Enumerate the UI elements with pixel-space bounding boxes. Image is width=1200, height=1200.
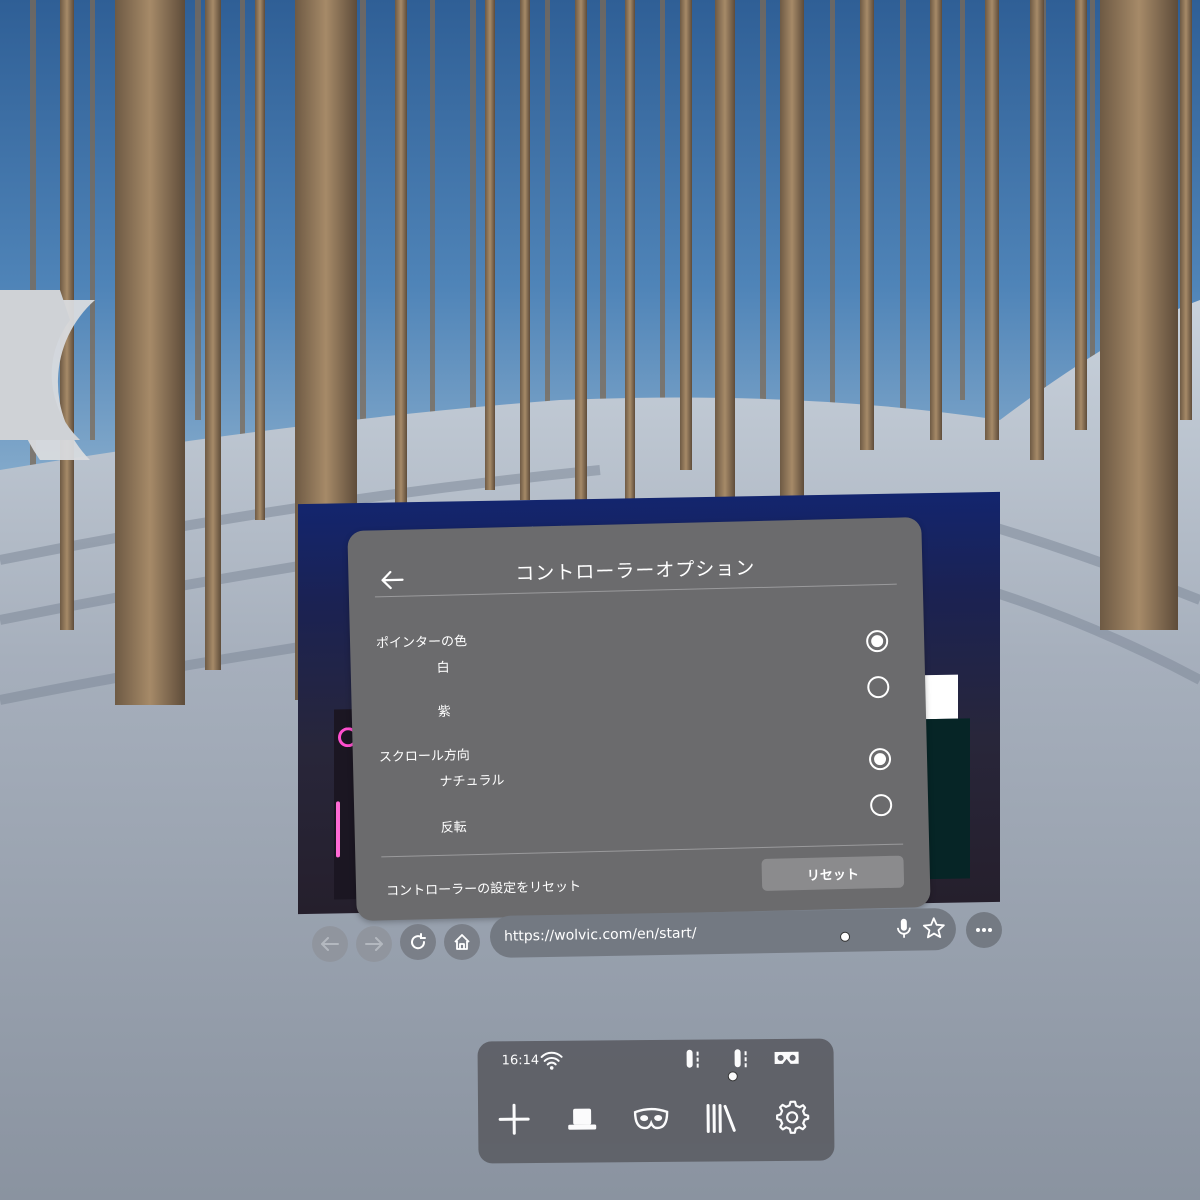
scroll-direction-label: スクロール方向 — [378, 748, 471, 766]
controller-options-dialog: コントローラーオプション ポインターの色 白 紫 スクロール方向 ナチュラル 反… — [347, 517, 931, 921]
back-button[interactable] — [312, 926, 348, 962]
url-bar[interactable]: https://wolvic.com/en/start/ — [489, 907, 957, 958]
reset-description: コントローラーの設定をリセット — [385, 879, 582, 900]
more-options-button[interactable] — [966, 912, 1002, 948]
star-bookmark-icon[interactable] — [922, 916, 946, 940]
scroll-natural-label: ナチュラル — [439, 773, 505, 790]
system-tray: 16:14 — [477, 1038, 835, 1164]
home-button[interactable] — [444, 924, 480, 960]
wifi-icon — [540, 1051, 563, 1070]
more-dots-icon — [976, 928, 992, 932]
microphone-icon[interactable] — [892, 917, 916, 941]
reset-button[interactable]: リセット — [761, 855, 905, 892]
arrow-right-icon — [365, 937, 383, 951]
library-icon[interactable] — [704, 1101, 738, 1135]
forward-button[interactable] — [356, 926, 392, 962]
reload-button[interactable] — [400, 924, 436, 960]
dialog-title: コントローラーオプション — [515, 557, 756, 585]
arrow-left-icon — [321, 937, 339, 951]
left-controller-icon — [686, 1049, 699, 1068]
pointer-cursor — [839, 931, 851, 942]
scroll-reverse-radio[interactable] — [869, 793, 893, 817]
pointer-color-purple-radio[interactable] — [867, 675, 890, 699]
neon-bar — [336, 801, 340, 858]
home-icon — [454, 934, 470, 950]
pointer-color-label: ポインターの色 — [375, 634, 468, 652]
pointer-color-white-label: 白 — [436, 660, 450, 676]
headset-icon — [774, 1051, 799, 1064]
right-controller-icon — [734, 1049, 747, 1068]
clock-time: 16:14 — [501, 1053, 540, 1069]
settings-gear-icon[interactable] — [774, 1099, 810, 1135]
url-text[interactable]: https://wolvic.com/en/start/ — [504, 925, 697, 944]
add-icon[interactable] — [498, 1103, 530, 1135]
tray-pointer-cursor — [727, 1071, 738, 1082]
privacy-mask-icon[interactable] — [633, 1106, 669, 1132]
scroll-natural-radio[interactable] — [868, 747, 892, 771]
pointer-color-white-radio[interactable] — [865, 629, 889, 653]
hat-icon[interactable] — [566, 1105, 598, 1133]
reload-icon — [411, 933, 426, 950]
pointer-color-purple-label: 紫 — [437, 704, 451, 720]
scroll-reverse-label: 反転 — [440, 820, 467, 836]
reset-divider — [381, 843, 904, 858]
